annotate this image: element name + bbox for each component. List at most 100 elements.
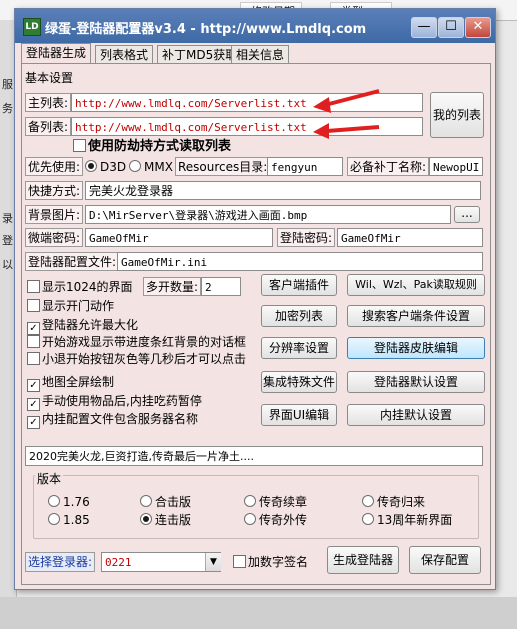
background-left-text: 以: [2, 258, 13, 271]
version-group: 1.76 合击版 传奇续章 传奇归来 1.85 连击版 传奇外传 13周年新界面: [33, 475, 479, 539]
opt-red-bg-checkbox[interactable]: 开始游戏显示带进度条红背景的对话框: [27, 335, 246, 349]
opt-red-bg-label: 开始游戏显示带进度条红背景的对话框: [42, 335, 247, 349]
checkbox-box: ✓: [27, 322, 40, 335]
checkbox-box: [27, 352, 40, 365]
client-plugin-button[interactable]: 客户端插件: [261, 274, 337, 296]
window-title: 绿蛋-登陆器配置器v3.4 - http://www.Lmdlq.com: [45, 22, 367, 37]
version-radio-guilai[interactable]: 传奇归来: [362, 495, 425, 509]
anti-hijack-label: 使用防劫持方式读取列表: [88, 139, 232, 154]
opt-1024-label: 显示1024的界面: [42, 280, 133, 294]
select-launcher-dropdown[interactable]: 0221: [101, 552, 221, 572]
integrate-files-button[interactable]: 集成特殊文件: [261, 371, 337, 393]
version-radio-label: 1.76: [63, 495, 90, 509]
sign-label: 加数字签名: [248, 555, 309, 569]
checkbox-box: ✓: [27, 379, 40, 392]
radio-dot: [129, 160, 141, 172]
resources-input[interactable]: fengyun: [267, 157, 343, 176]
default-login-button[interactable]: 登陆器默认设置: [347, 371, 485, 393]
checkbox-box: ✓: [27, 416, 40, 429]
radio-dot: [85, 160, 97, 172]
tab-patch-md5[interactable]: 补丁MD5获取: [157, 45, 243, 64]
maximize-button[interactable]: ☐: [438, 17, 464, 38]
sign-checkbox[interactable]: 加数字签名: [233, 555, 308, 569]
opt-config-checkbox[interactable]: ✓ 内挂配置文件包含服务器名称: [27, 412, 198, 429]
opt-open-door-checkbox[interactable]: 显示开门动作: [27, 299, 114, 313]
checkbox-box: ✓: [27, 398, 40, 411]
opt-config-label: 内挂配置文件包含服务器名称: [42, 412, 199, 426]
login-pwd-input[interactable]: GameOfMir: [337, 228, 483, 247]
d3d-label: D3D: [100, 160, 127, 174]
radio-dot: [362, 495, 374, 507]
browse-button[interactable]: ...: [454, 206, 480, 223]
version-radio-13th[interactable]: 13周年新界面: [362, 513, 452, 527]
skin-edit-button[interactable]: 登陆器皮肤编辑: [347, 337, 485, 359]
version-radio-lianji[interactable]: 连击版: [140, 513, 191, 527]
tab-generator[interactable]: 登陆器生成: [21, 43, 92, 64]
version-radio-185[interactable]: 1.85: [48, 513, 90, 527]
multi-open-input[interactable]: 2: [201, 277, 241, 296]
default-plugin-button[interactable]: 内挂默认设置: [347, 404, 485, 426]
my-list-button[interactable]: 我的列表: [430, 92, 484, 138]
radio-dot: [48, 513, 60, 525]
chevron-down-icon[interactable]: ▼: [205, 553, 221, 571]
d3d-radio[interactable]: D3D: [85, 160, 126, 174]
opt-pause-checkbox[interactable]: ✓ 手动使用物品后,内挂吃药暂停: [27, 394, 202, 411]
version-radio-label: 13周年新界面: [377, 513, 453, 527]
select-launcher-label: 选择登录器:: [25, 552, 96, 572]
section-basic-label: 基本设置: [25, 71, 74, 85]
background-left-text: 登: [2, 234, 13, 247]
wil-rules-button[interactable]: Wil、Wzl、Pak读取规则: [347, 274, 485, 296]
radio-dot: [244, 495, 256, 507]
background-left-text: 务: [2, 102, 13, 115]
tab-about[interactable]: 相关信息: [231, 45, 290, 64]
opt-pause-label: 手动使用物品后,内挂吃药暂停: [42, 394, 202, 408]
radio-dot: [244, 513, 256, 525]
version-radio-176[interactable]: 1.76: [48, 495, 90, 509]
radio-dot: [140, 513, 152, 525]
version-radio-xuzhang[interactable]: 传奇续章: [244, 495, 307, 509]
tab-list-format[interactable]: 列表格式: [95, 45, 154, 64]
checkbox-box: [73, 139, 86, 152]
patch-name-input[interactable]: NewopUI: [429, 157, 483, 176]
opt-1024-checkbox[interactable]: 显示1024的界面: [27, 280, 133, 294]
ui-edit-button[interactable]: 界面UI编辑: [261, 404, 337, 426]
opt-small-exit-label: 小退开始按钮灰色等几秒后才可以点击: [42, 352, 247, 366]
search-client-button[interactable]: 搜索客户端条件设置: [347, 305, 485, 327]
opt-small-exit-checkbox[interactable]: 小退开始按钮灰色等几秒后才可以点击: [27, 352, 246, 366]
generate-button[interactable]: 生成登陆器: [327, 546, 399, 574]
checkbox-box: [27, 280, 40, 293]
multi-open-label: 多开数量:: [143, 277, 202, 296]
opt-fullmap-label: 地图全屏绘制: [42, 375, 115, 389]
opt-fullmap-checkbox[interactable]: ✓ 地图全屏绘制: [27, 375, 114, 392]
checkbox-box: [233, 555, 246, 568]
radio-dot: [140, 495, 152, 507]
resolution-button[interactable]: 分辨率设置: [261, 337, 337, 359]
minimize-button[interactable]: —: [411, 17, 437, 38]
app-icon: LD: [23, 18, 41, 36]
radio-dot: [362, 513, 374, 525]
bg-image-input[interactable]: D:\MirServer\登录器\游戏进入画面.bmp: [85, 205, 451, 224]
opt-maximize-checkbox[interactable]: ✓ 登陆器允许最大化: [27, 318, 138, 335]
version-radio-label: 传奇外传: [259, 513, 308, 527]
mmx-radio[interactable]: MMX: [129, 160, 173, 174]
close-button[interactable]: ✕: [465, 17, 491, 38]
main-list-label: 主列表:: [25, 93, 72, 112]
save-config-button[interactable]: 保存配置: [409, 546, 481, 574]
version-radio-waizhuan[interactable]: 传奇外传: [244, 513, 307, 527]
micro-pwd-label: 微端密码:: [25, 228, 84, 247]
checkbox-box: [27, 299, 40, 312]
announcement-input[interactable]: 2020完美火龙,巨资打造,传奇最后一片净土....: [25, 446, 483, 466]
version-radio-heji[interactable]: 合击版: [140, 495, 191, 509]
radio-dot: [48, 495, 60, 507]
version-radio-label: 连击版: [155, 513, 192, 527]
encrypt-list-button[interactable]: 加密列表: [261, 305, 337, 327]
opt-open-door-label: 显示开门动作: [42, 299, 115, 313]
background-left-text: 录: [2, 212, 13, 225]
anti-hijack-checkbox[interactable]: 使用防劫持方式读取列表: [73, 139, 231, 154]
opt-maximize-label: 登陆器允许最大化: [42, 318, 139, 332]
background-left-text: 服: [2, 78, 13, 91]
shortcut-input[interactable]: 完美火龙登录器: [85, 181, 481, 200]
micro-pwd-input[interactable]: GameOfMir: [85, 228, 273, 247]
config-file-input[interactable]: GameOfMir.ini: [117, 252, 483, 271]
title-bar[interactable]: LD 绿蛋-登陆器配置器v3.4 - http://www.Lmdlq.com …: [15, 9, 495, 43]
